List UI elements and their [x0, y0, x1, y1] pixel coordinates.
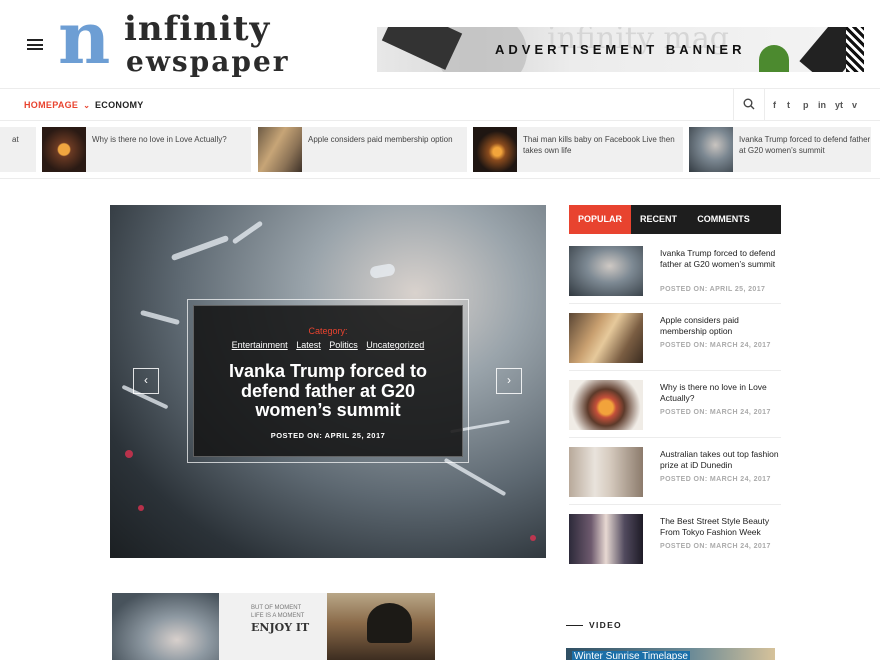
divider — [569, 303, 781, 304]
ticker-item[interactable]: at — [0, 127, 36, 172]
photo-decor — [231, 220, 264, 245]
ticker-item[interactable]: Ivanka Trump forced to defend father at … — [689, 127, 871, 172]
post-title[interactable]: Why is there no love in Love Actually? — [660, 382, 780, 404]
site-logo[interactable]: n infinity ewspaper — [58, 2, 288, 78]
post-date: POSTED ON: MARCH 24, 2017 — [660, 409, 771, 416]
slider-next-button[interactable]: › — [496, 368, 522, 394]
search-icon[interactable] — [743, 98, 755, 110]
ticker-thumbnail — [258, 127, 302, 172]
article-image[interactable]: BUT OF MOMENT LIFE IS A MOMENT ENJOY IT — [219, 593, 327, 660]
sidebar-post[interactable]: The Best Street Style Beauty From Tokyo … — [569, 514, 781, 564]
post-thumbnail — [569, 380, 643, 430]
category-label: Category: — [308, 326, 348, 336]
post-title[interactable]: Australian takes out top fashion prize a… — [660, 449, 780, 471]
post-thumbnail — [569, 514, 643, 564]
divider — [569, 504, 781, 505]
photo-decor — [170, 234, 230, 262]
ticker-title: Ivanka Trump forced to defend father at … — [739, 135, 871, 155]
tab-comments[interactable]: COMMENTS — [686, 205, 761, 234]
facebook-icon[interactable]: f — [773, 100, 776, 110]
tag-link[interactable]: Uncategorized — [366, 340, 424, 350]
tag-link[interactable]: Politics — [329, 340, 358, 350]
divider — [0, 178, 880, 179]
pinterest-icon[interactable]: p — [803, 100, 809, 110]
note-text: LIFE IS A MOMENT — [251, 613, 305, 619]
slider-prev-button[interactable]: ‹ — [133, 368, 159, 394]
article-image[interactable] — [327, 593, 435, 660]
divider — [764, 89, 765, 120]
palm-tree-decor — [367, 603, 412, 643]
vimeo-icon[interactable]: v — [852, 100, 857, 110]
logo-line2: ewspaper — [126, 45, 290, 78]
note-text: BUT OF MOMENT — [251, 605, 302, 611]
ticker-title: Thai man kills baby on Facebook Live the… — [523, 135, 675, 155]
video-title[interactable]: Winter Sunrise Timelapse — [572, 651, 690, 660]
linkedin-icon[interactable]: in — [818, 100, 826, 110]
ad-decor — [846, 27, 864, 72]
caption-box: Category: Entertainment Latest Politics … — [193, 305, 463, 457]
heading-dash — [566, 625, 583, 627]
post-title[interactable]: Apple considers paid membership option — [660, 315, 780, 337]
video-section-heading: VIDEO — [566, 620, 622, 630]
divider — [733, 89, 734, 120]
tag-link[interactable]: Latest — [296, 340, 321, 350]
ticker-thumbnail — [689, 127, 733, 172]
photo-decor — [140, 309, 180, 326]
nav-item-economy[interactable]: ECONOMY — [95, 100, 144, 110]
ticker-thumbnail — [42, 127, 86, 172]
post-date: POSTED ON: APRIL 25, 2017 — [660, 286, 766, 293]
ticker-item[interactable]: Thai man kills baby on Facebook Live the… — [473, 127, 683, 172]
ticker-title: Why is there no love in Love Actually? — [92, 135, 227, 144]
photo-decor — [443, 457, 507, 497]
ad-text: ADVERTISEMENT BANNER — [495, 42, 746, 57]
post-title[interactable]: Ivanka Trump forced to defend father at … — [660, 248, 780, 270]
chevron-down-icon: ⌄ — [83, 101, 91, 110]
post-title[interactable]: The Best Street Style Beauty From Tokyo … — [660, 516, 780, 538]
nav-item-homepage[interactable]: HOMEPAGE ⌄ — [24, 100, 90, 110]
twitter-icon[interactable]: t — [787, 100, 790, 110]
photo-decor — [369, 262, 396, 280]
ticker-title: Apple considers paid membership option — [308, 135, 453, 144]
ticker-item[interactable]: Why is there no love in Love Actually? — [42, 127, 251, 172]
main-nav: HOMEPAGE ⌄ ECONOMY f t p in yt v — [0, 88, 880, 121]
video-player[interactable]: Winter Sunrise Timelapse — [566, 648, 775, 660]
ticker-item[interactable]: Apple considers paid membership option — [258, 127, 467, 172]
advertisement-banner[interactable]: infinity mag ADVERTISEMENT BANNER — [377, 27, 864, 72]
slider-caption: Category: Entertainment Latest Politics … — [187, 299, 469, 463]
photo-decor — [138, 505, 144, 511]
divider — [569, 437, 781, 438]
menu-icon[interactable] — [27, 39, 43, 50]
sidebar-post[interactable]: Ivanka Trump forced to defend father at … — [569, 246, 781, 296]
sidebar-post[interactable]: Why is there no love in Love Actually? P… — [569, 380, 781, 430]
photo-decor — [530, 535, 536, 541]
post-thumbnail — [569, 246, 643, 296]
logo-line1: infinity — [124, 9, 271, 49]
ticker-thumbnail — [473, 127, 517, 172]
sidebar-post[interactable]: Apple considers paid membership option P… — [569, 313, 781, 363]
note-text: ENJOY IT — [251, 621, 310, 634]
divider — [569, 370, 781, 371]
video-heading-label: VIDEO — [589, 620, 622, 630]
slider-title[interactable]: Ivanka Trump forced to defend father at … — [218, 361, 438, 421]
photo-decor — [125, 450, 133, 458]
slider-date: POSTED ON: APRIL 25, 2017 — [270, 430, 386, 440]
tab-recent[interactable]: RECENT — [631, 205, 686, 234]
category-tags: Entertainment Latest Politics Uncategori… — [194, 340, 462, 350]
post-thumbnail — [569, 447, 643, 497]
sidebar-tabs: POPULAR RECENT COMMENTS — [569, 205, 781, 234]
post-date: POSTED ON: MARCH 24, 2017 — [660, 476, 771, 483]
tab-popular[interactable]: POPULAR — [569, 205, 631, 234]
sidebar-post[interactable]: Australian takes out top fashion prize a… — [569, 447, 781, 497]
youtube-icon[interactable]: yt — [835, 100, 843, 110]
nav-item-label: HOMEPAGE — [24, 100, 79, 110]
logo-initial: n — [58, 0, 111, 80]
article-image[interactable] — [112, 593, 220, 660]
post-date: POSTED ON: MARCH 24, 2017 — [660, 543, 771, 550]
post-date: POSTED ON: MARCH 24, 2017 — [660, 342, 771, 349]
tag-link[interactable]: Entertainment — [232, 340, 288, 350]
plant-image — [759, 45, 789, 72]
post-thumbnail — [569, 313, 643, 363]
